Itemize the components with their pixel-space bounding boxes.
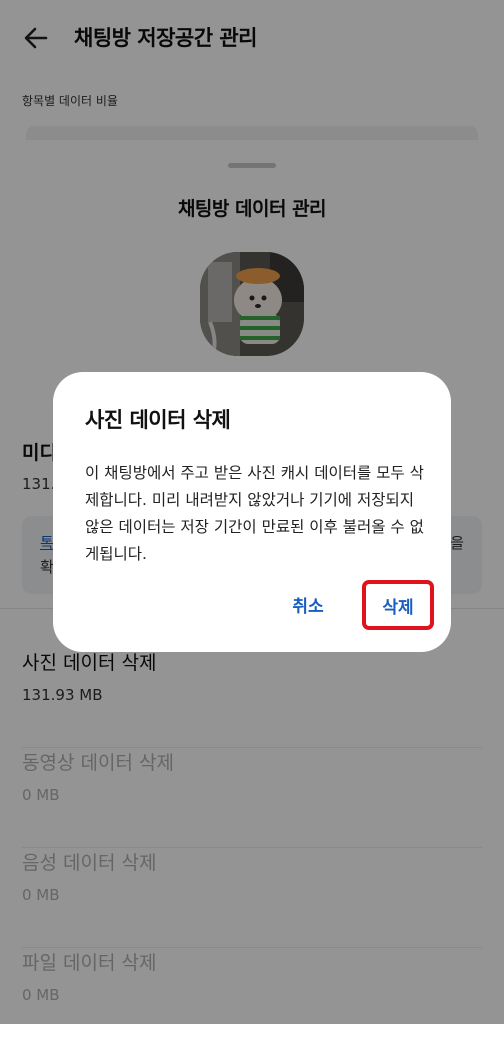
dialog-message: 이 채팅방에서 주고 받은 사진 캐시 데이터를 모두 삭제합니다. 미리 내려… (85, 464, 424, 563)
delete-photo-dialog: 사진 데이터 삭제 이 채팅방에서 주고 받은 사진 캐시 데이터를 모두 삭제… (53, 372, 451, 652)
dialog-title: 사진 데이터 삭제 (85, 408, 231, 432)
delete-button[interactable]: 삭제 (362, 580, 434, 630)
cancel-button[interactable]: 취소 (265, 582, 351, 626)
